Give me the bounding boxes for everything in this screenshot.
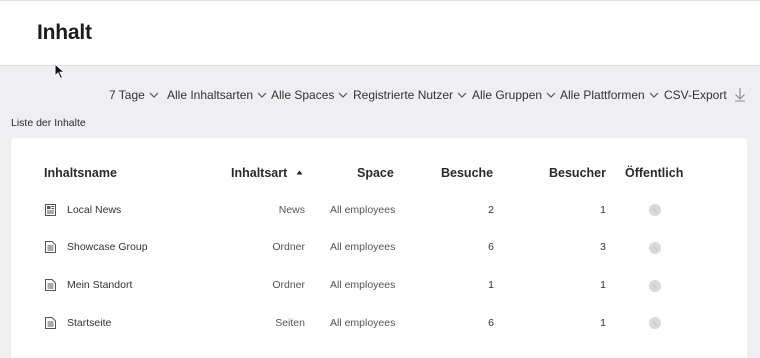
filter-period-dropdown[interactable]: 7 Tage — [109, 88, 159, 102]
chevron-down-icon — [149, 92, 159, 98]
filter-users-dropdown[interactable]: Registrierte Nutzer — [353, 88, 467, 102]
chevron-down-icon — [649, 92, 659, 98]
row-2-visitors: 3 — [600, 241, 606, 253]
column-header-type[interactable]: Inhaltsart — [231, 166, 303, 180]
filter-content-type-dropdown[interactable]: Alle Inhaltsarten — [167, 88, 267, 102]
column-header-space[interactable]: Space — [357, 166, 394, 180]
row-1-space: All employees — [330, 204, 396, 216]
filter-period-label: 7 Tage — [109, 88, 145, 102]
csv-export-label: CSV-Export — [664, 87, 727, 102]
filter-users-label: Registrierte Nutzer — [353, 88, 454, 102]
row-4-public-status-icon — [649, 317, 661, 329]
download-icon — [734, 88, 745, 102]
page-title: Inhalt — [37, 21, 92, 44]
content-list-title: Liste der Inhalte — [11, 117, 86, 129]
row-2-type: Ordner — [272, 241, 305, 253]
chevron-down-icon — [457, 92, 467, 98]
filter-platforms-dropdown[interactable]: Alle Plattformen — [560, 88, 659, 102]
row-3-visits: 1 — [488, 279, 494, 291]
news-icon — [45, 204, 56, 216]
row-1-visits: 2 — [488, 204, 494, 216]
mouse-cursor-icon — [54, 63, 66, 80]
row-3-type: Ordner — [272, 279, 305, 291]
filter-groups-dropdown[interactable]: Alle Gruppen — [472, 88, 556, 102]
row-3-space: All employees — [330, 279, 396, 291]
chevron-down-icon — [338, 92, 348, 98]
chevron-down-icon — [546, 92, 556, 98]
page-header: Inhalt — [0, 0, 760, 66]
column-header-public[interactable]: Öffentlich — [625, 166, 683, 180]
filter-spaces-dropdown[interactable]: Alle Spaces — [271, 88, 348, 102]
row-3-name[interactable]: Mein Standort — [67, 279, 132, 291]
row-3-visitors: 1 — [600, 279, 606, 291]
row-1-visitors: 1 — [600, 204, 606, 216]
filter-groups-label: Alle Gruppen — [472, 88, 543, 102]
chevron-down-icon — [257, 92, 267, 98]
row-2-name[interactable]: Showcase Group — [67, 241, 148, 253]
row-3-public-status-icon — [649, 280, 661, 292]
filter-spaces-label: Alle Spaces — [271, 88, 335, 102]
page-icon — [45, 241, 56, 253]
column-header-visits[interactable]: Besuche — [441, 166, 493, 180]
row-4-visits: 6 — [488, 317, 494, 329]
row-1-name[interactable]: Local News — [67, 204, 121, 216]
filter-content-type-label: Alle Inhaltsarten — [167, 88, 254, 102]
page-icon — [45, 317, 56, 329]
page-icon — [45, 279, 56, 291]
row-2-public-status-icon — [649, 242, 661, 254]
column-header-type-label: Inhaltsart — [231, 166, 288, 180]
row-1-public-status-icon — [649, 204, 661, 216]
filter-platforms-label: Alle Plattformen — [560, 88, 645, 102]
csv-export-button[interactable]: CSV-Export — [664, 87, 746, 102]
sort-ascending-icon — [296, 170, 303, 175]
row-1-type: News — [278, 204, 305, 216]
row-2-space: All employees — [330, 241, 396, 253]
filter-bar: 7 Tage Alle Inhaltsarten Alle Spaces Reg… — [0, 88, 760, 106]
row-4-name[interactable]: Startseite — [67, 317, 111, 329]
row-4-visitors: 1 — [600, 317, 606, 329]
row-4-space: All employees — [330, 317, 396, 329]
column-header-visitors[interactable]: Besucher — [549, 166, 606, 180]
column-header-name[interactable]: Inhaltsname — [44, 166, 117, 180]
row-4-type: Seiten — [275, 317, 305, 329]
row-2-visits: 6 — [488, 241, 494, 253]
